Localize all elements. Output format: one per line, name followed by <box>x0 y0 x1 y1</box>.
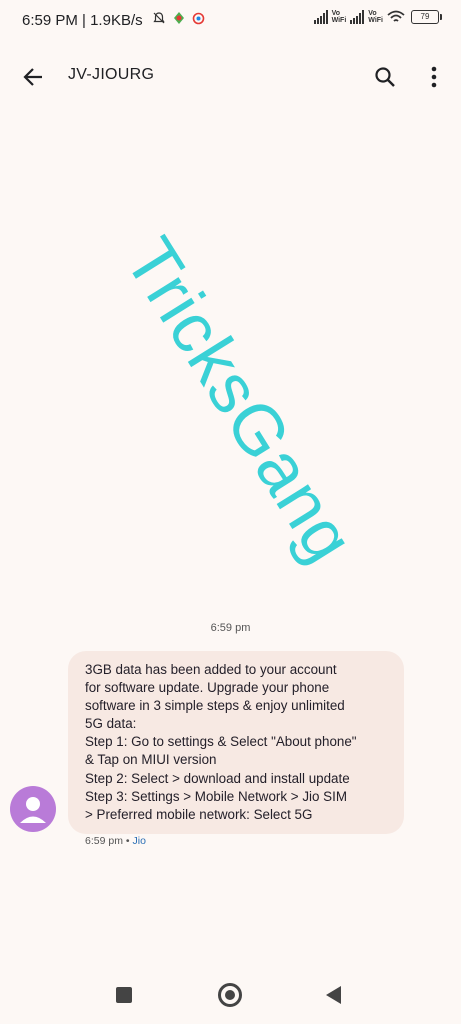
message-bubble[interactable]: 3GB data has been added to your account … <box>68 651 404 834</box>
message-line: 5G data: <box>85 716 137 732</box>
app-notification-icon <box>174 12 184 24</box>
message-line: software in 3 simple steps & enjoy unlim… <box>85 698 345 714</box>
nav-back-button[interactable] <box>326 986 341 1004</box>
search-button[interactable] <box>370 62 400 92</box>
back-button[interactable] <box>18 62 48 92</box>
vowifi-label: Vo WiFi <box>331 10 347 24</box>
message-line: for software update. Upgrade your phone <box>85 680 330 696</box>
vowifi-label-2: Vo WiFi <box>368 10 383 24</box>
message-line: & Tap on MIUI version <box>85 752 217 768</box>
notification-icons <box>152 11 205 25</box>
sender-avatar[interactable] <box>10 786 56 832</box>
status-time: 6:59 PM | 1.9KB/s <box>22 12 143 29</box>
bell-off-icon <box>153 12 165 24</box>
message-line: > Preferred mobile network: Select 5G <box>85 806 313 822</box>
message-line: 3GB data has been added to your account <box>85 662 337 677</box>
recents-button[interactable] <box>116 987 132 1003</box>
person-icon <box>20 797 46 823</box>
signal-strength-icon <box>313 10 328 24</box>
search-icon <box>375 67 395 87</box>
home-button[interactable] <box>218 983 242 1007</box>
sim-label: Jio <box>132 835 146 847</box>
app-bar: JV-JIOURG <box>0 56 461 96</box>
message-line: Step 2: Select > download and install up… <box>85 770 350 786</box>
watermark: TricksGang <box>110 224 370 576</box>
system-status-icons: Vo WiFi Vo WiFi 79 <box>313 10 442 24</box>
wifi-icon <box>387 10 405 22</box>
more-options-button[interactable] <box>422 62 446 92</box>
timestamp-divider: 6:59 pm <box>210 622 251 634</box>
app-notification-icon-2 <box>192 12 205 24</box>
battery-icon: 79 <box>411 10 442 24</box>
arrow-back-icon <box>23 68 42 86</box>
meta-separator: • <box>125 835 130 847</box>
message-time: 6:59 pm <box>85 835 123 847</box>
message-line: Step 1: Go to settings & Select "About p… <box>85 734 357 750</box>
status-bar: 6:59 PM | 1.9KB/s Vo WiFi Vo WiFi 79 <box>0 0 461 44</box>
more-vert-icon <box>431 66 437 88</box>
message-line: Step 3: Settings > Mobile Network > Jio … <box>85 788 347 804</box>
message-meta: 6:59 pm • Jio <box>85 835 146 847</box>
conversation-title: JV-JIOURG <box>68 66 155 83</box>
signal-strength-icon-2 <box>350 10 365 24</box>
navigation-bar <box>0 978 461 1012</box>
